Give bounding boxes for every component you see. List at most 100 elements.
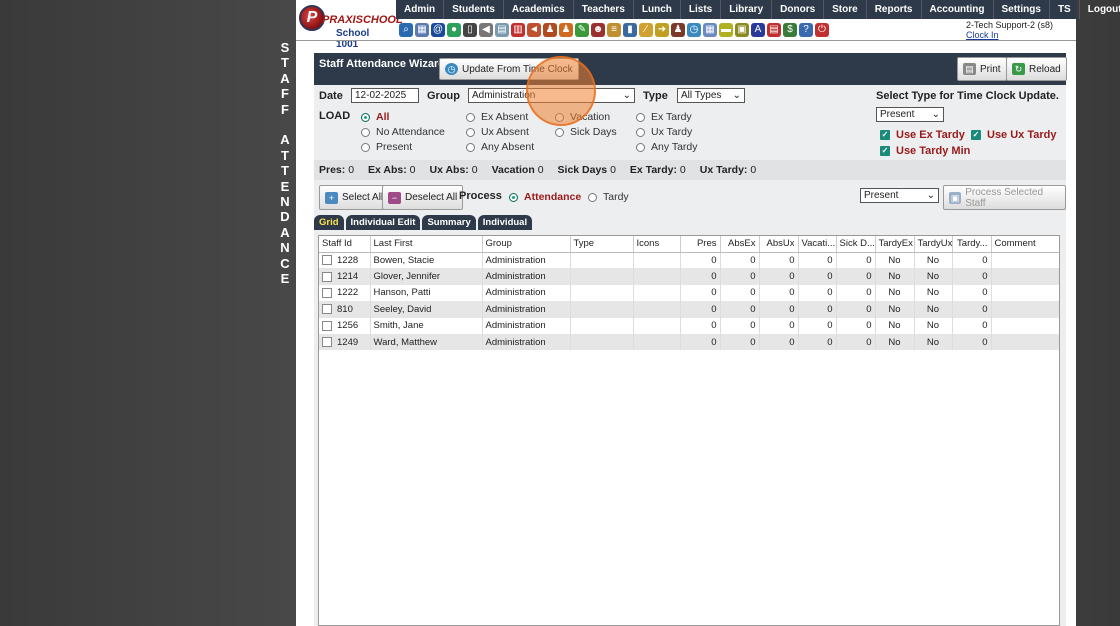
table-row[interactable]: 1228 Bowen, Stacie Administration 0 0 0 0 0 No No… xyxy=(319,252,1059,269)
reload-button[interactable]: ↻ Reload xyxy=(1006,57,1067,81)
person-icon[interactable]: ♟ xyxy=(671,22,685,37)
column-header[interactable]: Icons xyxy=(633,236,681,253)
menu-item-store[interactable]: Store xyxy=(824,0,867,19)
people-icon[interactable]: ☻ xyxy=(591,22,605,37)
register-icon[interactable]: ▣ xyxy=(735,22,749,37)
chat-icon[interactable]: ● xyxy=(447,22,461,37)
praxischool-logo[interactable]: P PRAXISCHOOL School 1001 xyxy=(296,0,403,50)
menu-item-logout[interactable]: Logout xyxy=(1080,0,1120,19)
grid-icon[interactable]: ▦ xyxy=(415,22,429,37)
process-attendance-radio[interactable]: Attendance xyxy=(509,191,581,203)
group-select[interactable]: Administration ⌄ xyxy=(468,88,635,103)
row-checkbox[interactable] xyxy=(322,304,332,315)
type-select[interactable]: All Types ⌄ xyxy=(677,88,745,103)
column-header[interactable]: Pres xyxy=(680,236,721,253)
clock-in-link[interactable]: Clock In xyxy=(966,30,1053,40)
power-icon[interactable]: ⏻ xyxy=(815,22,829,37)
tab-individual[interactable]: Individual xyxy=(477,215,533,230)
load-no-attendance-radio[interactable]: No Attendance xyxy=(361,126,445,138)
megaphone-icon[interactable]: ◄ xyxy=(527,22,541,37)
book-icon[interactable]: ▮ xyxy=(623,22,637,37)
clock-icon[interactable]: ◷ xyxy=(687,22,701,37)
row-checkbox[interactable] xyxy=(322,287,332,298)
table-icon[interactable]: ▦ xyxy=(703,22,717,37)
money-icon[interactable]: $ xyxy=(783,22,797,37)
menu-item-reports[interactable]: Reports xyxy=(867,0,922,19)
column-header[interactable]: TardyUx xyxy=(914,236,953,253)
process-type-select[interactable]: Present ⌄ xyxy=(860,188,939,203)
calendar-icon[interactable]: ▥ xyxy=(511,22,525,37)
load-vacation-radio[interactable]: Vacation xyxy=(555,111,610,123)
search-icon[interactable]: ⌕ xyxy=(399,22,413,37)
load-ux-absent-radio[interactable]: Ux Absent xyxy=(466,126,529,138)
menu-item-lists[interactable]: Lists xyxy=(681,0,722,19)
form-icon[interactable]: ▤ xyxy=(495,22,509,37)
menu-item-ts[interactable]: TS xyxy=(1050,0,1080,19)
menu-item-accounting[interactable]: Accounting xyxy=(922,0,994,19)
update-from-time-clock-button[interactable]: ◷ Update From Time Clock xyxy=(439,58,579,80)
load-any-absent-radio[interactable]: Any Absent xyxy=(466,141,534,153)
column-header[interactable]: Last First xyxy=(370,236,483,253)
row-checkbox[interactable] xyxy=(322,337,332,348)
table-row[interactable]: 1222 Hanson, Patti Administration 0 0 0 0 0 No No… xyxy=(319,284,1059,302)
student-icon[interactable]: ♟ xyxy=(559,22,573,37)
menu-item-teachers[interactable]: Teachers xyxy=(574,0,634,19)
row-checkbox[interactable] xyxy=(322,255,332,266)
cart-icon[interactable]: ➜ xyxy=(655,22,669,37)
menu-item-admin[interactable]: Admin xyxy=(396,0,445,19)
tab-individual-edit[interactable]: Individual Edit xyxy=(345,215,421,230)
column-header[interactable]: Comment xyxy=(991,236,1059,253)
load-sick-days-radio[interactable]: Sick Days xyxy=(555,126,617,138)
ap-icon[interactable]: A xyxy=(751,22,765,37)
process-selected-staff-button[interactable]: ▣ Process Selected Staff xyxy=(943,185,1066,210)
table-row[interactable]: 1256 Smith, Jane Administration 0 0 0 0 0 No No 0 xyxy=(319,317,1059,334)
pencil-icon[interactable]: ✎ xyxy=(575,22,589,37)
row-checkbox[interactable] xyxy=(322,271,332,282)
select-all-button[interactable]: + Select All xyxy=(319,185,390,210)
food-icon[interactable]: ≡ xyxy=(607,22,621,37)
menu-item-students[interactable]: Students xyxy=(444,0,504,19)
speaker-icon[interactable]: ◀ xyxy=(479,22,493,37)
print-button[interactable]: ▤ Print xyxy=(957,57,1007,81)
load-all-radio[interactable]: All xyxy=(361,111,389,123)
use-tardy-min-checkbox[interactable]: ✓ Use Tardy Min xyxy=(880,145,970,157)
menu-item-settings[interactable]: Settings xyxy=(994,0,1050,19)
use-ux-tardy-checkbox[interactable]: ✓ Use Ux Tardy xyxy=(971,129,1057,141)
table-row[interactable]: 1249 Ward, Matthew Administration 0 0 0 0 0 No No… xyxy=(319,333,1059,351)
card-icon[interactable]: ▬ xyxy=(719,22,733,37)
load-ux-tardy-radio[interactable]: Ux Tardy xyxy=(636,126,692,138)
tab-summary[interactable]: Summary xyxy=(422,215,476,230)
table-row[interactable]: 810 Seeley, David Administration 0 0 0 0 0 No No 0 xyxy=(319,301,1059,318)
process-tardy-radio[interactable]: Tardy xyxy=(588,191,629,203)
column-header[interactable]: AbsEx xyxy=(720,236,760,253)
deselect-all-button[interactable]: − Deselect All xyxy=(382,185,464,210)
date-input[interactable]: 12-02-2025 xyxy=(351,88,419,103)
timeclock-type-select[interactable]: Present ⌄ xyxy=(876,107,944,122)
load-present-radio[interactable]: Present xyxy=(361,141,412,153)
load-ex-tardy-radio[interactable]: Ex Tardy xyxy=(636,111,692,123)
pdf-icon[interactable]: ▤ xyxy=(767,22,781,37)
row-checkbox[interactable] xyxy=(322,320,332,331)
email-icon[interactable]: @ xyxy=(431,22,445,37)
help-icon[interactable]: ? xyxy=(799,22,813,37)
column-header[interactable]: Type xyxy=(570,236,634,253)
column-header[interactable]: Staff Id xyxy=(319,236,371,253)
column-header[interactable]: AbsUx xyxy=(759,236,799,253)
menu-item-academics[interactable]: Academics xyxy=(504,0,574,19)
use-ex-tardy-checkbox[interactable]: ✓ Use Ex Tardy xyxy=(880,129,965,141)
column-header[interactable]: TardyEx xyxy=(875,236,915,253)
menu-item-library[interactable]: Library xyxy=(721,0,773,19)
tab-grid[interactable]: Grid xyxy=(314,215,344,230)
column-header[interactable]: Group xyxy=(482,236,571,253)
column-header[interactable]: Vacati... xyxy=(798,236,837,253)
phone-icon[interactable]: ▯ xyxy=(463,22,477,37)
load-ex-absent-radio[interactable]: Ex Absent xyxy=(466,111,528,123)
broom-icon[interactable]: ⁄ xyxy=(639,22,653,37)
load-any-tardy-radio[interactable]: Any Tardy xyxy=(636,141,698,153)
table-row[interactable]: 1214 Glover, Jennifer Administration 0 0 0 0 0 N… xyxy=(319,268,1059,285)
menu-item-donors[interactable]: Donors xyxy=(772,0,825,19)
column-header[interactable]: Sick D... xyxy=(836,236,876,253)
column-header[interactable]: Tardy... xyxy=(952,236,992,253)
menu-item-lunch[interactable]: Lunch xyxy=(634,0,681,19)
teacher-icon[interactable]: ♟ xyxy=(543,22,557,37)
